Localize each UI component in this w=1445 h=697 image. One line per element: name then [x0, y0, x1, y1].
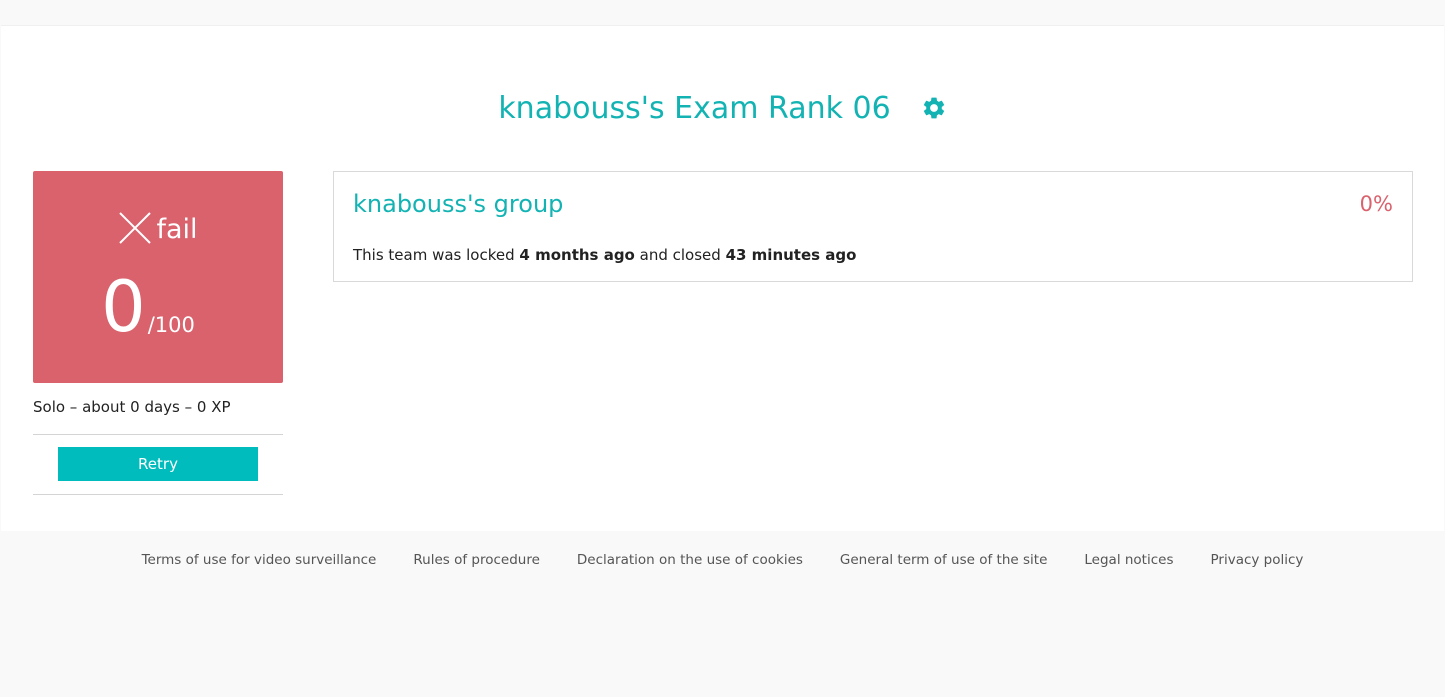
status-prefix: This team was locked [353, 246, 515, 264]
footer-link-legal-notices[interactable]: Legal notices [1084, 552, 1173, 568]
closed-time: 43 minutes ago [725, 246, 857, 264]
exam-meta: Solo – about 0 days – 0 XP [33, 398, 231, 416]
close-icon [118, 211, 152, 245]
group-percent: 0% [1359, 192, 1393, 216]
title-row: knabouss's Exam Rank 06 [1, 88, 1444, 128]
footer-link-terms-of-use[interactable]: General term of use of the site [840, 552, 1047, 568]
status-middle: and closed [639, 246, 721, 264]
footer: Terms of use for video surveillance Rule… [0, 552, 1445, 568]
score-row: 0 /100 [33, 269, 283, 345]
footer-link-cookies[interactable]: Declaration on the use of cookies [577, 552, 803, 568]
footer-link-video-surveillance[interactable]: Terms of use for video surveillance [142, 552, 377, 568]
page-card: knabouss's Exam Rank 06 fail 0 /100 Solo… [1, 25, 1444, 531]
group-status: This team was locked 4 months ago and cl… [353, 246, 856, 264]
retry-button[interactable]: Retry [58, 447, 258, 481]
group-panel: knabouss's group 0% This team was locked… [333, 171, 1413, 282]
score-card: fail 0 /100 [33, 171, 283, 383]
divider [33, 494, 283, 495]
score-value: 0 [101, 266, 146, 348]
footer-link-rules-of-procedure[interactable]: Rules of procedure [413, 552, 540, 568]
score-total: /100 [147, 313, 195, 337]
page-title: knabouss's Exam Rank 06 [498, 90, 891, 126]
footer-link-privacy-policy[interactable]: Privacy policy [1211, 552, 1304, 568]
group-name[interactable]: knabouss's group [353, 190, 563, 218]
divider [33, 434, 283, 435]
locked-time: 4 months ago [519, 246, 635, 264]
gear-icon[interactable] [921, 95, 947, 121]
status-text: fail [156, 214, 198, 245]
status-row: fail [33, 211, 283, 245]
